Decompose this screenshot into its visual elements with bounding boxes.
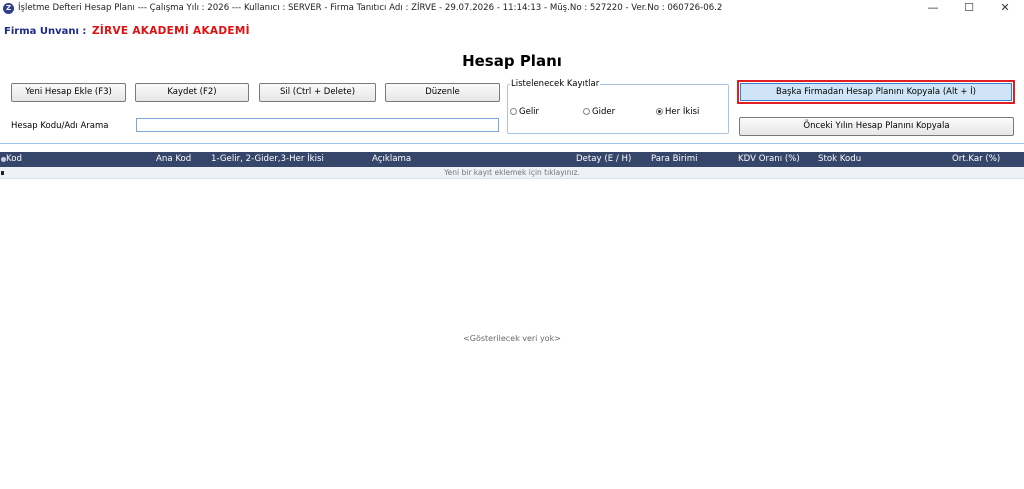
window-title: İşletme Defteri Hesap Planı --- Çalışma …	[18, 3, 723, 13]
column-ort-kar[interactable]: Ort.Kar (%)	[952, 152, 1000, 167]
empty-grid-text: <Gösterilecek veri yok>	[463, 334, 561, 343]
copy-from-other-company-button[interactable]: Başka Firmadan Hesap Planını Kopyala (Al…	[737, 80, 1015, 104]
maximize-button[interactable]: ☐	[952, 0, 986, 17]
column-stok-kodu[interactable]: Stok Kodu	[818, 152, 861, 167]
copy-from-other-company-label: Başka Firmadan Hesap Planını Kopyala (Al…	[740, 83, 1012, 101]
title-bar: Z İşletme Defteri Hesap Planı --- Çalışm…	[0, 0, 1024, 17]
copy-previous-year-button[interactable]: Önceki Yılın Hesap Planını Kopyala	[739, 117, 1014, 136]
new-row[interactable]: Yeni bir kayıt eklemek için tıklayınız.	[0, 167, 1024, 179]
column-kod[interactable]: Kod	[6, 152, 22, 167]
column-ana-kod[interactable]: Ana Kod	[156, 152, 191, 167]
firma-value: ZİRVE AKADEMİ AKADEMİ	[92, 25, 250, 37]
delete-button[interactable]: Sil (Ctrl + Delete)	[259, 83, 376, 102]
section-divider	[0, 143, 1024, 144]
radio-label: Gelir	[519, 107, 540, 117]
column-aciklama[interactable]: Açıklama	[372, 152, 411, 167]
minimize-button[interactable]: —	[916, 0, 950, 17]
firma-label: Firma Unvanı :	[4, 26, 87, 37]
radio-her-ikisi[interactable]: Her İkisi	[656, 107, 699, 117]
search-input[interactable]	[136, 118, 499, 132]
radio-label: Her İkisi	[665, 107, 700, 117]
add-account-button[interactable]: Yeni Hesap Ekle (F3)	[11, 83, 126, 102]
close-button[interactable]: ✕	[988, 0, 1022, 17]
column-kdv-orani[interactable]: KDV Oranı (%)	[738, 152, 800, 167]
save-button[interactable]: Kaydet (F2)	[135, 83, 249, 102]
page-title: Hesap Planı	[462, 52, 562, 70]
radio-dot-icon	[583, 108, 590, 115]
column-type[interactable]: 1-Gelir, 2-Gider,3-Her İkisi	[211, 152, 324, 167]
radio-dot-icon	[510, 108, 517, 115]
grid-header: Kod Ana Kod 1-Gelir, 2-Gider,3-Her İkisi…	[0, 152, 1024, 167]
app-logo-icon: Z	[3, 3, 14, 14]
radio-label: Gider	[592, 107, 616, 117]
radio-dot-selected-icon	[656, 108, 663, 115]
filter-group-legend: Listelenecek Kayıtlar	[510, 79, 601, 89]
radio-gelir[interactable]: Gelir	[510, 107, 539, 117]
radio-gider[interactable]: Gider	[583, 107, 615, 117]
column-detay[interactable]: Detay (E / H)	[576, 152, 631, 167]
search-label: Hesap Kodu/Adı Arama	[11, 121, 109, 131]
column-para-birimi[interactable]: Para Birimi	[651, 152, 698, 167]
edit-button[interactable]: Düzenle	[385, 83, 500, 102]
new-row-hint: Yeni bir kayıt eklemek için tıklayınız.	[444, 168, 580, 177]
